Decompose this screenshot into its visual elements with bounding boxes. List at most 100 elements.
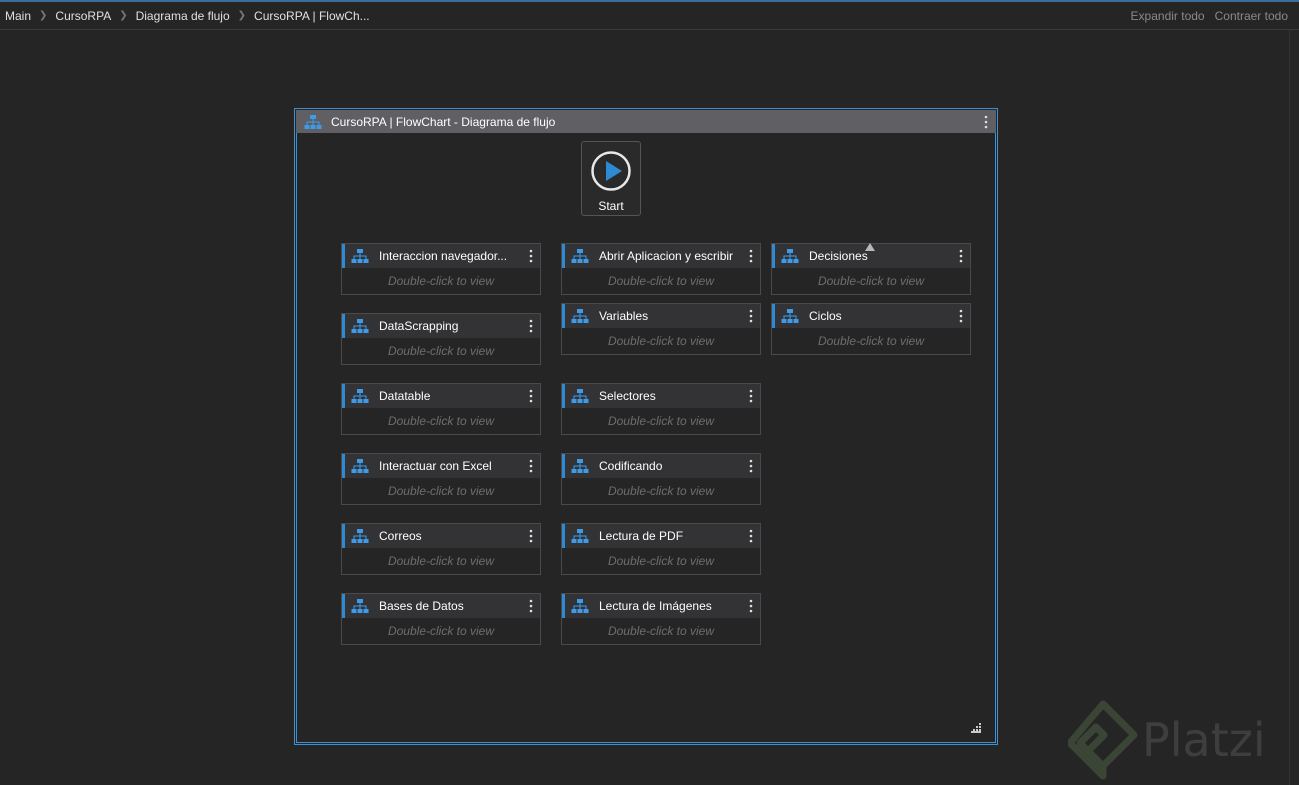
more-vertical-icon[interactable] (745, 597, 757, 615)
breadcrumb-main[interactable]: Main (5, 9, 31, 23)
double-click-hint: Double-click to view (387, 554, 495, 568)
activity-datascrapping[interactable]: DataScrapping Double-click to view (341, 313, 541, 365)
activity-header[interactable]: Interaccion navegador... (342, 244, 540, 268)
chevron-right-icon: ❯ (39, 10, 48, 21)
double-click-hint: Double-click to view (607, 484, 715, 498)
activity-header[interactable]: Lectura de PDF (562, 524, 760, 548)
activity-title: Variables (599, 309, 649, 323)
flowchart-body-border (296, 133, 996, 743)
flowchart-icon (571, 388, 589, 404)
flowchart-icon (351, 458, 369, 474)
activity-interaccion-navegador[interactable]: Interaccion navegador... Double-click to … (341, 243, 541, 295)
double-click-hint: Double-click to view (607, 334, 715, 348)
activity-header[interactable]: Abrir Aplicacion y escribir (562, 244, 760, 268)
more-vertical-icon[interactable] (525, 527, 537, 545)
flowchart-icon (571, 528, 589, 544)
more-vertical-icon[interactable] (745, 307, 757, 325)
activity-bases-de-datos[interactable]: Bases de Datos Double-click to view (341, 593, 541, 645)
more-vertical-icon[interactable] (525, 387, 537, 405)
more-vertical-icon[interactable] (745, 457, 757, 475)
double-click-hint: Double-click to view (607, 414, 715, 428)
resize-grip-icon[interactable] (971, 720, 981, 738)
activity-selectores[interactable]: Selectores Double-click to view (561, 383, 761, 435)
activity-datatable[interactable]: Datatable Double-click to view (341, 383, 541, 435)
more-vertical-icon[interactable] (525, 457, 537, 475)
flowchart-icon (351, 528, 369, 544)
activity-title: Decisiones (809, 249, 868, 263)
activity-header[interactable]: Ciclos (772, 304, 970, 328)
activity-header[interactable]: Variables (562, 304, 760, 328)
watermark-text: Platzi (1142, 713, 1266, 767)
flowchart-title: CursoRPA | FlowChart - Diagrama de flujo (331, 114, 556, 129)
activity-title: Datatable (379, 389, 431, 403)
more-vertical-icon[interactable] (745, 527, 757, 545)
activity-header[interactable]: Codificando (562, 454, 760, 478)
chevron-right-icon: ❯ (119, 10, 128, 21)
activity-header[interactable]: Correos (342, 524, 540, 548)
panel-divider (1289, 30, 1290, 785)
double-click-hint: Double-click to view (607, 554, 715, 568)
expand-all-button[interactable]: Expandir todo (1131, 9, 1205, 23)
activity-title: Ciclos (809, 309, 842, 323)
activity-lectura-de-imagenes[interactable]: Lectura de Imágenes Double-click to view (561, 593, 761, 645)
activity-header[interactable]: Datatable (342, 384, 540, 408)
activity-title: Lectura de PDF (599, 529, 684, 543)
activity-title: Interactuar con Excel (379, 459, 492, 473)
double-click-hint: Double-click to view (817, 334, 925, 348)
start-label: Start (598, 199, 624, 213)
activity-title: Abrir Aplicacion y escribir (599, 249, 734, 263)
activity-title: Correos (379, 529, 422, 543)
double-click-hint: Double-click to view (817, 274, 925, 288)
more-vertical-icon[interactable] (525, 317, 537, 335)
flowchart-icon (781, 308, 799, 324)
flowchart-icon (351, 248, 369, 264)
activity-variables[interactable]: Variables Double-click to view (561, 303, 761, 355)
more-vertical-icon[interactable] (955, 247, 967, 265)
more-vertical-icon[interactable] (745, 387, 757, 405)
activity-title: Bases de Datos (379, 599, 464, 613)
chevron-right-icon: ❯ (237, 10, 247, 21)
play-icon (591, 151, 631, 196)
breadcrumb: Main ❯ CursoRPA ❯ Diagrama de flujo ❯ Cu… (0, 9, 370, 23)
more-vertical-icon[interactable] (980, 112, 992, 131)
double-click-hint: Double-click to view (387, 414, 495, 428)
start-node[interactable]: Start (581, 141, 641, 216)
activity-codificando[interactable]: Codificando Double-click to view (561, 453, 761, 505)
collapse-all-button[interactable]: Contraer todo (1215, 9, 1288, 23)
more-vertical-icon[interactable] (745, 247, 757, 265)
activity-header[interactable]: Interactuar con Excel (342, 454, 540, 478)
more-vertical-icon[interactable] (525, 247, 537, 265)
breadcrumb-diagrama-de-flujo[interactable]: Diagrama de flujo (136, 9, 230, 23)
activity-abrir-aplicacion-y-escribir[interactable]: Abrir Aplicacion y escribir Double-click … (561, 243, 761, 295)
activity-interactuar-con-excel[interactable]: Interactuar con Excel Double-click to vie… (341, 453, 541, 505)
activity-ciclos[interactable]: Ciclos Double-click to view (771, 303, 971, 355)
breadcrumb-bar: Main ❯ CursoRPA ❯ Diagrama de flujo ❯ Cu… (0, 2, 1299, 30)
breadcrumb-flowchart[interactable]: CursoRPA | FlowCh... (254, 9, 370, 23)
flowchart-icon (571, 458, 589, 474)
activity-header[interactable]: Lectura de Imágenes (562, 594, 760, 618)
flowchart-icon (351, 598, 369, 614)
double-click-hint: Double-click to view (387, 344, 495, 358)
flowchart-icon (571, 598, 589, 614)
platzi-watermark: Platzi (1068, 700, 1266, 780)
activity-title: Interaccion navegador... (379, 249, 508, 263)
flowchart-icon (304, 114, 322, 130)
activity-header[interactable]: DataScrapping (342, 314, 540, 338)
activity-header[interactable]: Selectores (562, 384, 760, 408)
flowchart-icon (571, 248, 589, 264)
flowchart-icon (571, 308, 589, 324)
breadcrumb-cursorpa[interactable]: CursoRPA (55, 9, 111, 23)
more-vertical-icon[interactable] (955, 307, 967, 325)
more-vertical-icon[interactable] (525, 597, 537, 615)
flowchart-header[interactable]: CursoRPA | FlowChart - Diagrama de flujo (296, 110, 996, 133)
activity-lectura-de-pdf[interactable]: Lectura de PDF Double-click to view (561, 523, 761, 575)
collapse-arrow-icon[interactable] (865, 243, 875, 251)
double-click-hint: Double-click to view (387, 274, 495, 288)
activity-title: Lectura de Imágenes (599, 599, 712, 613)
double-click-hint: Double-click to view (387, 624, 495, 638)
flowchart-icon (781, 248, 799, 264)
activity-correos[interactable]: Correos Double-click to view (341, 523, 541, 575)
activity-header[interactable]: Bases de Datos (342, 594, 540, 618)
activity-title: DataScrapping (379, 319, 459, 333)
flowchart-container[interactable]: CursoRPA | FlowChart - Diagrama de flujo… (294, 108, 998, 745)
